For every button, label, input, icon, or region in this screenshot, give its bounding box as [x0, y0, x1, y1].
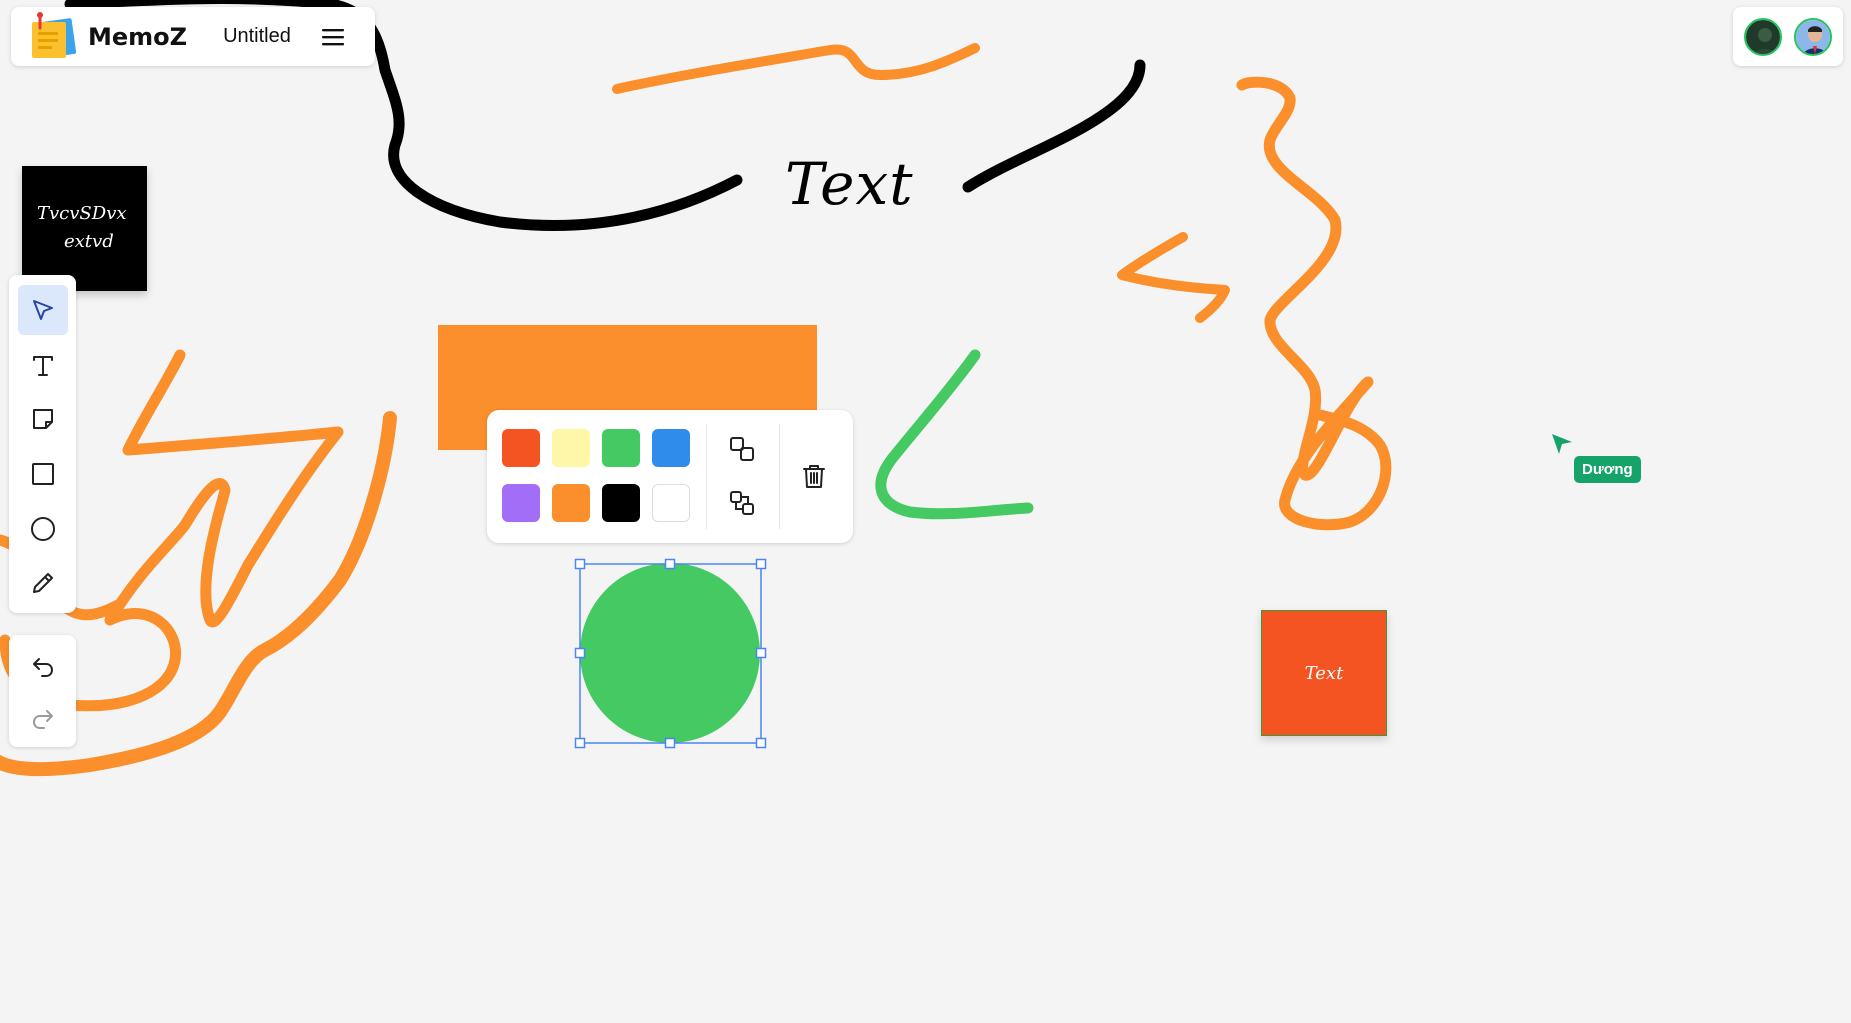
avatar[interactable] — [1744, 17, 1782, 56]
green-circle[interactable] — [580, 563, 760, 743]
sticky-note-black[interactable]: TvcvSDvx extvd — [22, 166, 147, 291]
sticky-note-text: TvcvSDvx — [37, 203, 127, 224]
resize-handle[interactable] — [755, 647, 767, 659]
trash-icon — [803, 465, 825, 488]
history-controls — [9, 635, 76, 747]
bring-to-front-icon — [730, 437, 754, 461]
rectangle-tool[interactable] — [18, 449, 68, 499]
divider — [706, 424, 707, 529]
bring-forward-button[interactable] — [722, 429, 762, 469]
whiteboard-canvas[interactable] — [0, 0, 1851, 1023]
remote-cursor-icon — [1552, 434, 1572, 454]
sticky-note-tool[interactable] — [18, 394, 68, 444]
tool-palette — [9, 275, 76, 613]
resize-handle[interactable] — [574, 737, 586, 749]
sticky-note-text: Text — [1304, 662, 1344, 684]
cursor-arrow-icon — [32, 299, 53, 320]
resize-handle[interactable] — [755, 558, 767, 570]
shape-style-popup — [487, 410, 853, 543]
hamburger-menu-icon[interactable] — [317, 21, 349, 53]
color-swatch-white[interactable] — [652, 484, 690, 522]
color-swatch-red[interactable] — [502, 429, 540, 467]
redo-icon — [32, 709, 53, 729]
sticky-note-red[interactable]: Text — [1261, 610, 1387, 736]
color-swatch-purple[interactable] — [502, 484, 540, 522]
sticky-notes-logo — [32, 11, 77, 58]
color-swatch-blue[interactable] — [652, 429, 690, 467]
orange-stroke[interactable] — [1236, 76, 1392, 531]
color-swatch-yellow[interactable] — [552, 429, 590, 467]
text-tool[interactable] — [18, 340, 68, 390]
remote-cursor-label: Dương — [1574, 456, 1641, 483]
document-title[interactable]: Untitled — [223, 25, 291, 48]
orange-stroke[interactable] — [1117, 232, 1230, 323]
undo-icon — [32, 658, 53, 678]
resize-handle[interactable] — [574, 647, 586, 659]
redo-button[interactable] — [18, 696, 68, 743]
send-backward-button[interactable] — [722, 483, 762, 523]
resize-handle[interactable] — [755, 737, 767, 749]
sticky-note-text: extvd — [64, 231, 114, 252]
divider — [779, 424, 780, 529]
green-stroke[interactable] — [875, 349, 1034, 520]
pencil-icon — [32, 573, 53, 594]
ellipse-tool[interactable] — [18, 504, 68, 554]
select-tool[interactable] — [17, 285, 68, 335]
undo-button[interactable] — [18, 644, 68, 691]
circle-icon — [30, 516, 55, 541]
app-header: MemoZ Untitled — [11, 7, 375, 66]
collaborator-avatars — [1733, 7, 1843, 66]
color-swatch-orange[interactable] — [552, 484, 590, 522]
app-name: MemoZ — [88, 22, 188, 51]
sticky-note-icon — [32, 409, 53, 430]
avatar[interactable] — [1794, 17, 1832, 56]
text-icon — [32, 355, 53, 376]
resize-handle[interactable] — [664, 558, 676, 570]
color-swatch-black[interactable] — [602, 484, 640, 522]
black-stroke[interactable] — [962, 59, 1146, 193]
color-swatch-green[interactable] — [602, 429, 640, 467]
canvas-text-element[interactable]: Text — [785, 150, 914, 218]
send-to-back-icon — [730, 491, 754, 515]
orange-stroke[interactable] — [612, 43, 980, 94]
resize-handle[interactable] — [664, 737, 676, 749]
resize-handle[interactable] — [574, 558, 586, 570]
delete-button[interactable] — [794, 456, 834, 496]
pencil-tool[interactable] — [18, 558, 68, 608]
rectangle-icon — [31, 462, 54, 485]
